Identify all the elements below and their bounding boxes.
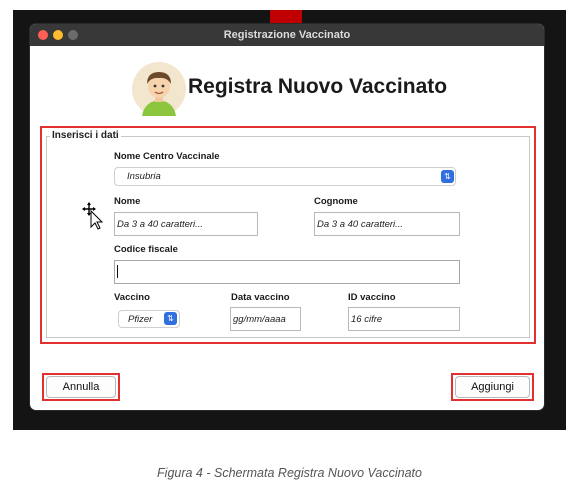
cognome-label: Cognome (314, 196, 358, 207)
window-title: Registrazione Vaccinato (223, 29, 351, 41)
codice-fiscale-input[interactable] (114, 260, 460, 284)
text-caret (117, 265, 118, 278)
user-avatar-icon (132, 62, 186, 116)
registration-window: Registrazione Vaccinato Registra Nuovo V… (30, 24, 544, 410)
cognome-placeholder: Da 3 a 40 caratteri... (317, 219, 404, 230)
id-vaccino-label: ID vaccino (348, 292, 396, 303)
vaccino-label: Vaccino (114, 292, 150, 303)
vaccino-select-value: Pfizer (128, 314, 153, 325)
nome-label: Nome (114, 196, 141, 207)
data-vaccino-placeholder: gg/mm/aaaa (233, 314, 286, 325)
centro-label: Nome Centro Vaccinale (114, 151, 220, 162)
id-vaccino-placeholder: 16 cifre (351, 314, 383, 325)
cancel-button[interactable]: Annulla (46, 376, 116, 398)
updown-chevron-icon[interactable]: ⇅ (441, 170, 454, 183)
centro-select[interactable] (114, 167, 456, 186)
data-vaccino-label: Data vaccino (231, 292, 290, 303)
page-title: Registra Nuovo Vaccinato (188, 75, 448, 98)
figure-caption: Figura 4 - Schermata Registra Nuovo Vacc… (157, 466, 422, 480)
move-cursor-icon (82, 202, 104, 230)
vaccino-chevron-icon[interactable]: ⇅ (164, 312, 177, 325)
title-bar[interactable]: Registrazione Vaccinato (30, 24, 544, 46)
codice-fiscale-label: Codice fiscale (114, 244, 178, 255)
submit-button[interactable]: Aggiungi (455, 376, 530, 398)
fieldset-legend: Inserisci i dati (50, 130, 121, 141)
centro-select-value: Insubria (127, 171, 161, 182)
nome-placeholder: Da 3 a 40 caratteri... (117, 219, 204, 230)
desktop-red-element (270, 10, 302, 24)
